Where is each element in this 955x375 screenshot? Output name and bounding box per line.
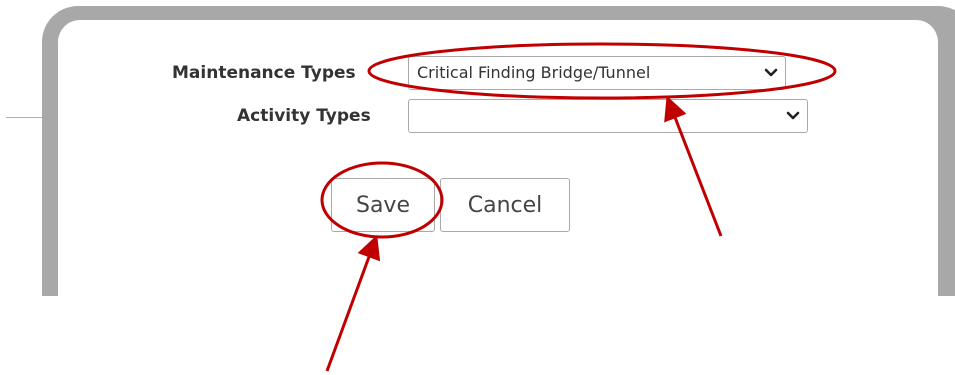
save-button[interactable]: Save: [331, 178, 435, 232]
cancel-button[interactable]: Cancel: [440, 178, 570, 232]
maintenance-types-label: Maintenance Types: [172, 63, 356, 83]
background-divider: [6, 117, 46, 118]
chevron-down-icon: [763, 57, 779, 89]
maintenance-types-select[interactable]: Critical Finding Bridge/Tunnel: [408, 56, 786, 90]
screenshot-stage: Maintenance Types Critical Finding Bridg…: [0, 0, 955, 375]
screenshot-crop-area: [0, 296, 955, 375]
activity-types-label: Activity Types: [237, 106, 371, 126]
chevron-down-icon: [785, 100, 801, 132]
maintenance-types-selected-value: Critical Finding Bridge/Tunnel: [417, 63, 651, 82]
activity-types-select[interactable]: [408, 99, 808, 133]
